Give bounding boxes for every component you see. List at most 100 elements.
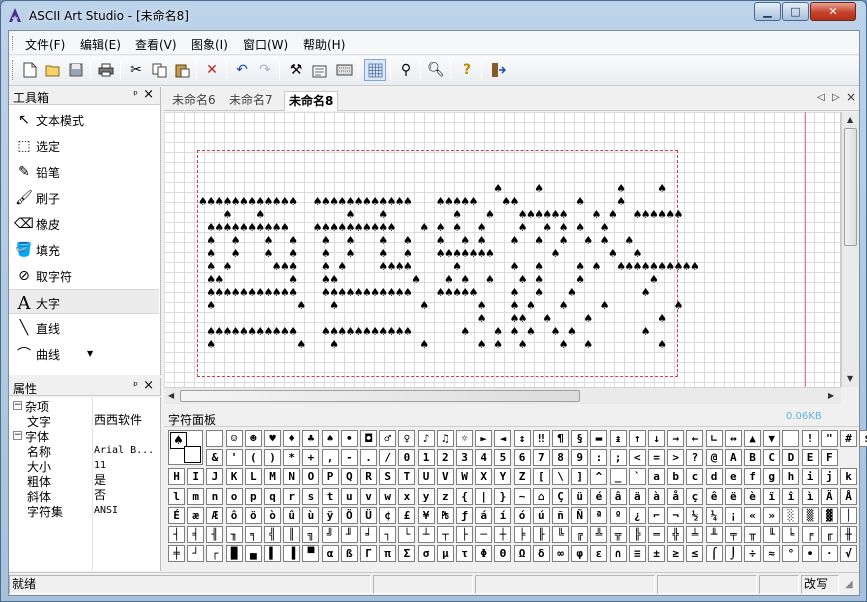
menu-window[interactable]: 窗口(W) <box>243 36 288 53</box>
property-value[interactable]: ANSI <box>94 503 118 518</box>
char-cell[interactable]: 6 <box>513 449 531 467</box>
char-cell[interactable]: ü <box>571 487 589 505</box>
char-cell[interactable]: ☺ <box>225 430 243 447</box>
tab-untitled7[interactable]: 未命名7 <box>225 91 277 111</box>
menu-image[interactable]: 图象(I) <box>191 36 228 53</box>
properties-close-icon[interactable]: × <box>143 378 154 393</box>
char-cell[interactable]: ↔ <box>724 430 742 447</box>
char-cell[interactable]: • <box>340 430 358 447</box>
close-button[interactable]: ✕ <box>810 2 856 21</box>
char-cell[interactable]: U <box>417 468 435 486</box>
char-cell[interactable]: Ü <box>360 506 377 524</box>
char-cell[interactable]: ¡ <box>724 506 742 524</box>
char-cell[interactable]: è <box>744 487 761 505</box>
char-cell[interactable]: ä <box>628 487 646 505</box>
char-cell[interactable]: ⌠ <box>705 545 723 563</box>
char-cell[interactable]: ^ <box>590 468 608 486</box>
char-cell[interactable]: ↓ <box>648 430 665 447</box>
char-cell[interactable]: ╬ <box>667 526 685 543</box>
char-cell[interactable]: ì <box>801 487 819 505</box>
char-cell[interactable]: s <box>302 487 320 505</box>
char-cell[interactable]: t <box>321 487 339 505</box>
char-cell[interactable]: ¼ <box>705 506 723 524</box>
char-cell[interactable]: ╣ <box>264 526 281 543</box>
char-cell[interactable]: k <box>840 468 857 486</box>
char-cell[interactable]: ▌ <box>264 545 281 563</box>
char-cell[interactable]: â <box>609 487 627 505</box>
char-cell[interactable]: = <box>648 449 665 467</box>
char-cell[interactable]: u <box>340 487 358 505</box>
tab-next-icon[interactable]: ▷ <box>832 92 840 103</box>
tool-7[interactable]: A 大字 <box>9 289 159 314</box>
char-cell[interactable]: µ <box>436 545 454 563</box>
char-cell[interactable]: ↨ <box>609 430 627 447</box>
char-cell[interactable]: ╛ <box>360 526 377 543</box>
property-value[interactable]: Arial B... <box>94 443 154 458</box>
char-cell[interactable]: ╢ <box>206 526 224 543</box>
char-cell[interactable]: å <box>667 487 685 505</box>
char-cell[interactable]: ♥ <box>264 430 281 447</box>
char-cell[interactable]: z <box>436 487 454 505</box>
tool-3[interactable]: 🖌 刷子 <box>9 185 159 210</box>
char-cell[interactable]: á <box>475 506 493 524</box>
char-cell[interactable]: º <box>609 506 627 524</box>
collapse-icon[interactable]: − <box>13 431 22 440</box>
maximize-button[interactable]: □ <box>782 2 809 21</box>
char-cell[interactable]: V <box>436 468 454 486</box>
tab-untitled8[interactable]: 未命名8 <box>284 91 339 111</box>
char-cell[interactable]: ╞ <box>513 526 531 543</box>
grid-toggle-button[interactable] <box>364 59 386 81</box>
char-cell[interactable]: 9 <box>571 449 589 467</box>
char-cell[interactable]: ─ <box>475 526 493 543</box>
char-cell[interactable]: ▀ <box>302 545 320 563</box>
tab-prev-icon[interactable]: ◁ <box>817 92 825 103</box>
char-cell[interactable]: q <box>264 487 281 505</box>
char-cell[interactable]: ┌ <box>206 545 224 563</box>
char-cell[interactable]: ? <box>686 449 704 467</box>
char-cell[interactable]: @ <box>705 449 723 467</box>
properties-button[interactable] <box>309 59 331 81</box>
char-cell[interactable]: ê <box>705 487 723 505</box>
open-button[interactable] <box>42 59 64 81</box>
char-cell[interactable]: ÿ <box>321 506 339 524</box>
tab-close-icon[interactable]: × <box>846 90 856 104</box>
char-cell[interactable] <box>206 430 224 447</box>
char-cell[interactable]: ∩ <box>609 545 627 563</box>
char-cell[interactable]: F <box>820 449 838 467</box>
char-cell[interactable]: h <box>782 468 800 486</box>
property-row[interactable]: 文字 西西软件 <box>9 413 159 429</box>
char-cell[interactable]: ª <box>590 506 608 524</box>
char-cell[interactable]: ( <box>244 449 262 467</box>
char-cell[interactable]: ñ <box>552 506 569 524</box>
char-cell[interactable]: C <box>763 449 781 467</box>
char-cell[interactable]: £ <box>398 506 416 524</box>
char-cell[interactable]: ! <box>801 430 819 447</box>
char-cell[interactable]: 3 <box>456 449 473 467</box>
char-cell[interactable]: l <box>168 487 185 505</box>
char-cell[interactable]: « <box>744 506 761 524</box>
char-cell[interactable]: , <box>321 449 339 467</box>
char-cell[interactable]: ♫ <box>436 430 454 447</box>
char-cell[interactable]: ╥ <box>744 526 761 543</box>
char-cell[interactable]: ù <box>302 506 320 524</box>
char-cell[interactable]: ↕ <box>513 430 531 447</box>
char-cell[interactable]: ← <box>686 430 704 447</box>
char-cell[interactable]: e <box>724 468 742 486</box>
char-cell[interactable]: / <box>379 449 397 467</box>
char-cell[interactable]: ╩ <box>590 526 608 543</box>
char-cell[interactable]: I <box>187 468 205 486</box>
char-cell[interactable]: Ç <box>552 487 569 505</box>
property-value[interactable]: 西西软件 <box>94 413 142 428</box>
char-cell[interactable]: Ñ <box>571 506 589 524</box>
char-cell[interactable]: L <box>244 468 262 486</box>
search-button[interactable]: 🔍︎ <box>425 59 447 81</box>
char-cell[interactable]: Ö <box>340 506 358 524</box>
char-cell[interactable]: ╟ <box>532 526 550 543</box>
char-cell[interactable]: N <box>283 468 301 486</box>
char-cell[interactable]: w <box>379 487 397 505</box>
scroll-left-icon[interactable]: ◀ <box>168 391 174 400</box>
char-cell[interactable]: P <box>321 468 339 486</box>
tool-5[interactable]: 🪣 填充 <box>9 237 159 262</box>
char-cell[interactable]: [ <box>532 468 550 486</box>
char-cell[interactable]: ♂ <box>379 430 397 447</box>
